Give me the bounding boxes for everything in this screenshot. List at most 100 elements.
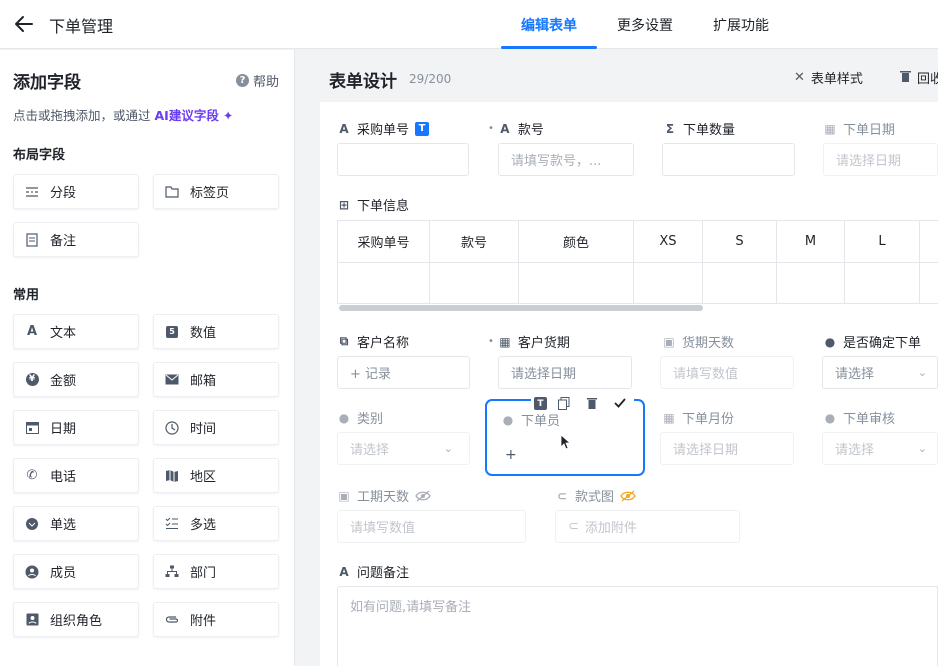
sigma-icon: Σ (665, 121, 675, 136)
field-email[interactable]: 邮箱 (153, 362, 279, 397)
style-no-input[interactable]: 请填写款号，... (498, 143, 634, 176)
label-text: 下单月份 (682, 412, 735, 427)
number-icon: 5 (164, 324, 180, 340)
copy-icon[interactable] (553, 395, 575, 411)
label-text: 下单审核 (843, 412, 896, 427)
form-style-label: 表单样式 (810, 72, 863, 87)
field-number[interactable]: 5 数值 (153, 314, 279, 349)
field-label: 电话 (50, 470, 77, 485)
table-cell[interactable] (777, 263, 845, 303)
field-text[interactable]: A 文本 (13, 314, 139, 349)
calendar-icon (24, 420, 40, 436)
customer-name-record-input[interactable]: + 记录 (337, 356, 470, 389)
table-cell[interactable] (338, 263, 430, 303)
order-month-input[interactable]: 请选择日期 (660, 432, 794, 465)
delivery-days-input[interactable]: 请填写数值 (660, 356, 794, 389)
table-cell[interactable] (845, 263, 920, 303)
help-link[interactable]: ? 帮助 (236, 71, 279, 90)
field-amount[interactable]: ¥ 金额 (13, 362, 139, 397)
eye-hidden-icon[interactable] (620, 490, 636, 502)
field-member[interactable]: 成员 (13, 554, 139, 589)
field-label: 成员 (50, 566, 77, 581)
work-days-input[interactable]: 请填写数值 (337, 510, 526, 543)
member-icon (24, 564, 40, 580)
section-common: 常用 (13, 288, 40, 303)
label-text: 款式图 (575, 490, 615, 505)
table-header-cell: 采购单号 (338, 221, 430, 263)
eye-hidden-icon[interactable] (415, 490, 431, 502)
cursor-icon (560, 434, 572, 450)
field-single-choice[interactable]: 单选 (13, 506, 139, 541)
field-label: 单选 (50, 518, 77, 533)
label-text: 问题备注 (357, 566, 410, 581)
label-order-info: ⊞ 下单信息 (337, 195, 409, 215)
issue-note-textarea[interactable]: 如有问题,请填写备注 (337, 586, 938, 666)
field-department[interactable]: 部门 (153, 554, 279, 589)
confirm-order-select[interactable]: 请选择 ⌄ (822, 356, 938, 389)
field-toolbar: T (531, 395, 634, 411)
field-org-role[interactable]: 组织角色 (13, 602, 139, 637)
tab-edit-form[interactable]: 编辑表单 (521, 15, 577, 35)
text-icon: A (26, 324, 38, 339)
table-cell[interactable] (430, 263, 519, 303)
field-note[interactable]: 备注 (13, 222, 139, 257)
label-text: 采购单号 (357, 123, 410, 138)
customer-delivery-input[interactable]: 请选择日期 (498, 356, 632, 389)
add-member-button[interactable]: + (505, 447, 517, 463)
ai-suggest-link[interactable]: AI建议字段 (155, 108, 219, 123)
field-label: 数值 (190, 326, 217, 341)
label-text: 客户名称 (357, 336, 410, 351)
table-header-cell: S (703, 221, 777, 263)
field-label: 多选 (190, 518, 217, 533)
tab-more-settings[interactable]: 更多设置 (617, 15, 673, 35)
recycle-bin-button[interactable]: 回收站 (900, 68, 938, 87)
field-attachment[interactable]: 附件 (153, 602, 279, 637)
label-order-month: ▦ 下单月份 (662, 408, 735, 428)
label-text: 款号 (517, 123, 544, 138)
select-value: 请选择 (350, 443, 390, 458)
label-style-image: ⊂ 款式图 (555, 486, 636, 505)
back-arrow-icon[interactable] (12, 12, 36, 36)
field-tab-page[interactable]: 标签页 (153, 174, 279, 209)
form-designer: 表单设计 29/200 ✕ 表单样式 回收站 A 采购单号 T • A 款号 请… (296, 50, 938, 666)
tab-extensions[interactable]: 扩展功能 (713, 15, 769, 35)
order-date-input[interactable]: 请选择日期 (823, 143, 938, 176)
field-multi-choice[interactable]: 多选 (153, 506, 279, 541)
category-select[interactable]: 请选择 ⌄ (337, 432, 470, 465)
field-time[interactable]: 时间 (153, 410, 279, 445)
table-cell[interactable] (920, 263, 938, 303)
field-region[interactable]: 地区 (153, 458, 279, 493)
order-qty-input[interactable] (662, 143, 795, 176)
table-cell[interactable] (519, 263, 634, 303)
delete-icon[interactable] (581, 395, 603, 411)
order-info-subtable[interactable]: 采购单号 款号 颜色 XS S M L (337, 220, 938, 304)
table-header-cell (920, 221, 938, 263)
table-cell[interactable] (634, 263, 703, 303)
set-title-field-button[interactable]: T (534, 397, 547, 410)
table-icon: ⊞ (338, 197, 350, 212)
map-icon (164, 468, 180, 484)
chevron-down-icon: ⌄ (917, 442, 927, 455)
label-text: 是否确定下单 (843, 336, 922, 351)
link-record-icon: ⧉ (339, 334, 349, 348)
field-phone[interactable]: ✆ 电话 (13, 458, 139, 493)
label-text: 下单员 (521, 414, 561, 429)
form-style-button[interactable]: ✕ 表单样式 (794, 68, 863, 87)
table-scrollbar[interactable] (339, 305, 703, 311)
table-cell[interactable] (703, 263, 777, 303)
field-label: 文本 (50, 326, 77, 341)
check-icon[interactable] (609, 395, 631, 411)
field-date[interactable]: 日期 (13, 410, 139, 445)
field-section[interactable]: 分段 (13, 174, 139, 209)
order-review-select[interactable]: 请选择 ⌄ (822, 432, 938, 465)
paperclip-icon (164, 612, 180, 628)
label-text: 工期天数 (357, 490, 410, 505)
form-design-title: 表单设计 (329, 72, 397, 92)
style-image-upload[interactable]: ⊂ 添加附件 (555, 510, 740, 543)
recycle-bin-label: 回收站 (917, 72, 938, 87)
label-order-date: ▦ 下单日期 (823, 119, 895, 139)
section-layout-fields: 布局字段 (13, 148, 66, 163)
text-icon: A (500, 121, 510, 136)
radio-icon (24, 516, 40, 532)
purchase-no-input[interactable] (337, 143, 469, 176)
